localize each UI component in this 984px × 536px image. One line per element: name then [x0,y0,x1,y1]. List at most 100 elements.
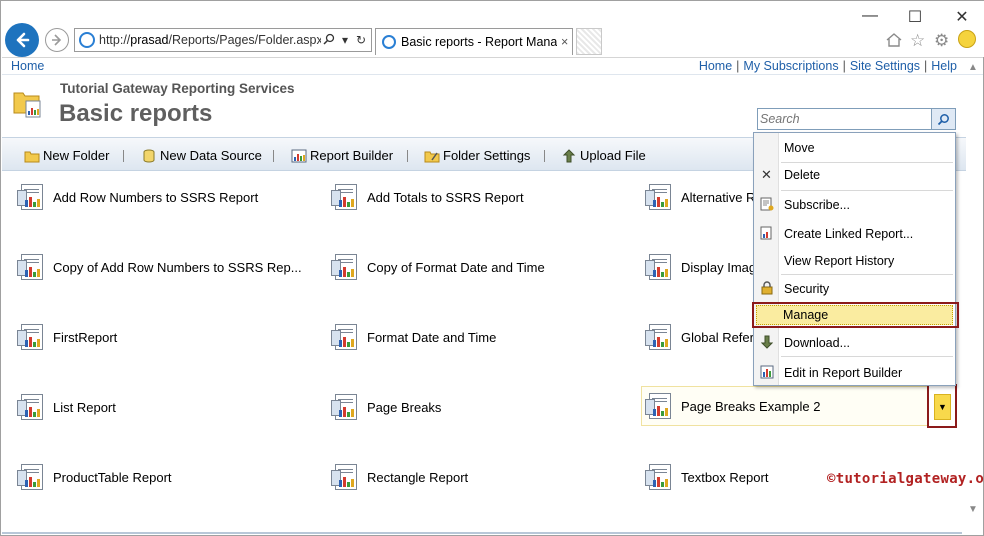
menu-label: Subscribe... [784,198,851,212]
report-item[interactable]: Page Breaks Example 2 [641,386,957,426]
report-item[interactable]: Add Totals to SSRS Report [331,177,524,217]
folder-settings-button[interactable]: Folder Settings [424,148,530,163]
report-name-link[interactable]: Global Refer [681,330,754,345]
gear-icon[interactable]: ⚙ [934,31,949,51]
report-builder-button[interactable]: Report Builder [291,148,393,163]
new-data-source-label: New Data Source [160,148,262,163]
menu-item-subscribe[interactable]: Subscribe... [754,192,955,218]
report-name-link[interactable]: Copy of Format Date and Time [367,260,545,275]
folder-settings-icon [424,149,440,163]
report-builder-icon [754,365,779,382]
back-button[interactable] [5,23,39,57]
address-url[interactable]: http://prasad/Reports/Pages/Folder.aspx? [99,33,321,47]
report-item[interactable]: Display Imag [645,247,756,287]
minimize-button[interactable]: — [860,7,880,25]
search-address-icon[interactable] [321,33,337,48]
report-item[interactable]: Page Breaks [331,387,441,427]
report-item[interactable]: Copy of Format Date and Time [331,247,545,287]
menu-label: Move [784,141,815,155]
help-link[interactable]: Help [931,59,957,73]
menu-item-edit-in-report-builder[interactable]: Edit in Report Builder [754,360,955,386]
browser-chrome: — ☐ ✕ http://prasad/Reports/Pages/Folder… [1,1,984,57]
search-input[interactable] [760,111,930,127]
report-name-link[interactable]: Copy of Add Row Numbers to SSRS Rep... [53,260,302,275]
upload-file-button[interactable]: Upload File [561,148,646,163]
search-button[interactable] [931,109,955,129]
favorites-star-icon[interactable]: ☆ [910,31,925,51]
report-item[interactable]: ProductTable Report [17,457,172,497]
report-item[interactable]: List Report [17,387,116,427]
report-name-link[interactable]: Alternative R [681,190,755,205]
report-item[interactable]: Alternative R [645,177,755,217]
tab-ie-icon [382,35,396,49]
home-icon[interactable] [885,31,903,54]
watermark: ©tutorialgateway.org [827,471,984,487]
new-tab-button[interactable] [576,28,602,55]
menu-item-create-linked-report[interactable]: Create Linked Report... [754,221,955,247]
dropdown-arrow-icon: ▼ [934,394,951,420]
report-icon [645,391,675,421]
report-item[interactable]: Add Row Numbers to SSRS Report [17,177,258,217]
menu-label: Edit in Report Builder [784,366,903,380]
right-links: Home | My Subscriptions | Site Settings | Help [698,59,957,73]
dropdown-arrow-icon[interactable]: ▾ [337,33,353,47]
url-prefix: http:// [99,33,131,47]
menu-item-manage[interactable]: Manage [752,302,959,328]
report-name-link[interactable]: Rectangle Report [367,470,468,485]
item-dropdown-button[interactable]: ▼ [927,384,957,428]
home-link[interactable]: Home [11,59,44,73]
site-settings-link[interactable]: Site Settings [850,59,920,73]
url-path: /Reports/Pages/Folder.aspx? [168,33,321,47]
report-item[interactable]: FirstReport [17,317,117,357]
address-bar[interactable]: http://prasad/Reports/Pages/Folder.aspx?… [74,28,372,52]
menu-item-view-report-history[interactable]: View Report History [754,248,955,274]
new-folder-label: New Folder [43,148,110,163]
menu-item-delete[interactable]: ✕ Delete [754,162,955,188]
report-item[interactable]: Copy of Add Row Numbers to SSRS Rep... [17,247,302,287]
upload-arrow-icon [561,148,577,163]
new-data-source-button[interactable]: New Data Source [141,148,262,163]
report-item[interactable]: Rectangle Report [331,457,468,497]
report-icon [331,322,361,352]
url-host: prasad [130,33,169,47]
report-name-link[interactable]: Page Breaks Example 2 [681,399,820,414]
report-name-link[interactable]: Textbox Report [681,470,768,485]
refresh-icon[interactable]: ↻ [353,33,369,47]
search-icon [937,113,949,125]
top-link-bar: Home Home | My Subscriptions | Site Settings… [2,57,983,75]
menu-item-security[interactable]: Security [754,276,955,302]
report-item[interactable]: Textbox Report [645,457,768,497]
tab-title: Basic reports - Report Mana... [401,35,557,49]
report-name-link[interactable]: Page Breaks [367,400,441,415]
home-link-right[interactable]: Home [699,59,732,73]
maximize-button[interactable]: ☐ [905,7,925,27]
report-name-link[interactable]: ProductTable Report [53,470,172,485]
feedback-smiley-icon[interactable] [958,30,976,48]
scroll-down-arrow[interactable]: ▼ [968,504,978,515]
scroll-up-arrow[interactable]: ▲ [968,62,978,73]
report-item[interactable]: Format Date and Time [331,317,496,357]
menu-item-download[interactable]: Download... [754,330,955,356]
report-name-link[interactable]: FirstReport [53,330,117,345]
report-name-link[interactable]: Add Totals to SSRS Report [367,190,524,205]
report-icon [331,392,361,422]
report-item[interactable]: Global Refer [645,317,754,357]
tab-close-icon[interactable]: × [561,35,568,49]
report-name-link[interactable]: List Report [53,400,116,415]
browser-tab[interactable]: Basic reports - Report Mana... × [375,28,573,55]
close-window-button[interactable]: ✕ [952,7,972,27]
report-icon [331,462,361,492]
new-folder-icon [24,149,40,163]
report-name-link[interactable]: Display Imag [681,260,756,275]
subscribe-icon [754,197,779,214]
report-name-link[interactable]: Add Row Numbers to SSRS Report [53,190,258,205]
lock-icon [754,280,779,298]
report-builder-label: Report Builder [310,148,394,163]
report-icon [645,182,675,212]
menu-item-move[interactable]: Move [754,135,955,161]
report-name-link[interactable]: Format Date and Time [367,330,496,345]
my-subscriptions-link[interactable]: My Subscriptions [743,59,838,73]
menu-label: Security [784,282,830,296]
forward-button[interactable] [45,28,69,52]
new-folder-button[interactable]: New Folder [24,148,109,163]
